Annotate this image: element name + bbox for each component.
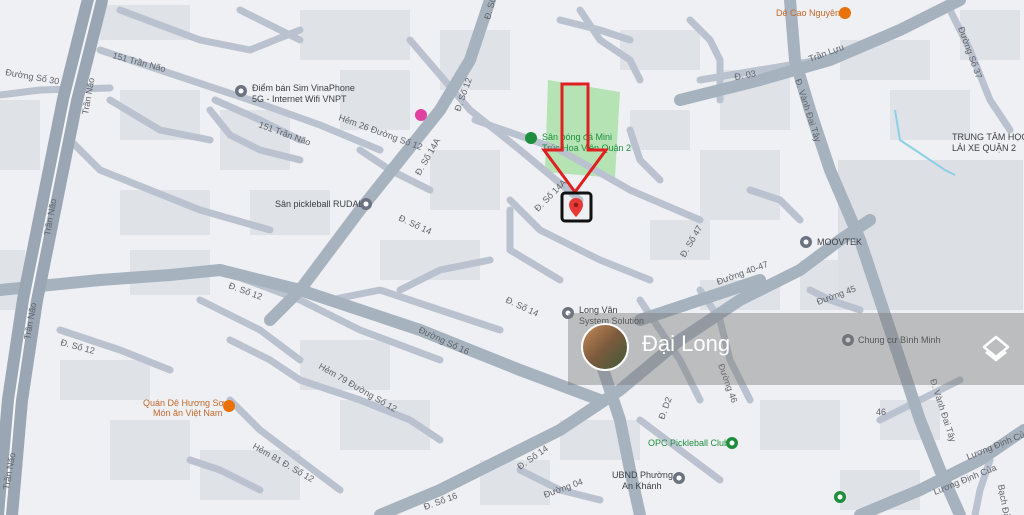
poi-decao[interactable]: Dê Cao Nguyên <box>776 7 851 19</box>
watermark-name: Đại Long <box>642 331 731 356</box>
street-label-bach: Bạch Đằng <box>996 484 1014 515</box>
map-pin-dot-icon <box>573 202 579 208</box>
poi-label: LÁI XE QUẬN 2 <box>952 143 1016 153</box>
football-field-icon <box>525 132 537 144</box>
street-label-duong-so-30: Đường Số 30 <box>5 67 60 86</box>
open-site <box>838 160 1023 310</box>
restaurant-icon <box>839 7 851 19</box>
poi-ubnd[interactable]: UBND Phường An Khánh <box>612 470 685 491</box>
poi-huongson[interactable]: Quán Dê Hương Sơn Món ăn Việt Nam <box>143 398 235 418</box>
poi-label: Dê Cao Nguyên <box>776 8 840 18</box>
government-inner-icon <box>676 475 682 481</box>
poi-label: MOOVTEK <box>817 237 862 247</box>
avatar <box>581 323 629 371</box>
poi-label: OPC Pickleball Club <box>648 438 729 448</box>
poi-label: Sân bóng đá Mini <box>542 132 612 142</box>
poi-label: Quán Dê Hương Sơn <box>143 398 229 408</box>
map-pin-icon <box>569 198 583 217</box>
poi-opc-pickleball[interactable]: OPC Pickleball Club <box>648 437 738 449</box>
map-canvas[interactable]: Trần Não Trần Não Trần Não Trần Não 151 … <box>0 0 1024 515</box>
bus-stop-inner-icon <box>837 494 843 500</box>
street-label-151-tran-nao: 151 Trần Não <box>111 50 166 74</box>
poi-label: An Khánh <box>622 481 662 491</box>
poi-label: TRUNG TÂM HỌC <box>952 132 1024 142</box>
bus-stop[interactable] <box>834 491 846 503</box>
poi-label: UBND Phường <box>612 470 673 480</box>
poi-pink-marker[interactable] <box>415 109 427 121</box>
pink-shop-icon <box>415 109 427 121</box>
street-label-d-so-14-b: Đ. Số 14 <box>504 295 540 319</box>
poi-trungtam[interactable]: TRUNG TÂM HỌC LÁI XE QUẬN 2 <box>952 132 1024 153</box>
poi-dot-inner-icon <box>238 88 244 94</box>
poi-moovtek[interactable]: MOOVTEK <box>800 236 862 248</box>
street-label-46: 46 <box>876 407 886 417</box>
sports-inner-icon <box>729 440 735 446</box>
poi-dot-inner-icon <box>803 239 809 245</box>
poi-label: 5G - Internet Wifi VNPT <box>252 94 347 104</box>
poi-label: Sân pickleball RUDAL <box>275 199 364 209</box>
poi-dot-inner-icon <box>363 201 369 207</box>
watermark-banner: Đại Long <box>568 313 1024 385</box>
restaurant-icon <box>223 400 235 412</box>
street-label-d-d2: Đ. D2 <box>656 396 673 421</box>
poi-label: Điểm bán Sim VinaPhone <box>252 83 355 93</box>
poi-rudal[interactable]: Sân pickleball RUDAL <box>275 198 372 210</box>
poi-sim-vinaphone[interactable]: Điểm bán Sim VinaPhone 5G - Internet Wif… <box>235 83 355 104</box>
poi-label: Món ăn Việt Nam <box>153 408 222 418</box>
stacked-layers-logo-icon <box>982 335 1010 362</box>
street-label-d-so-14-a: Đ. Số 14 <box>397 213 433 237</box>
